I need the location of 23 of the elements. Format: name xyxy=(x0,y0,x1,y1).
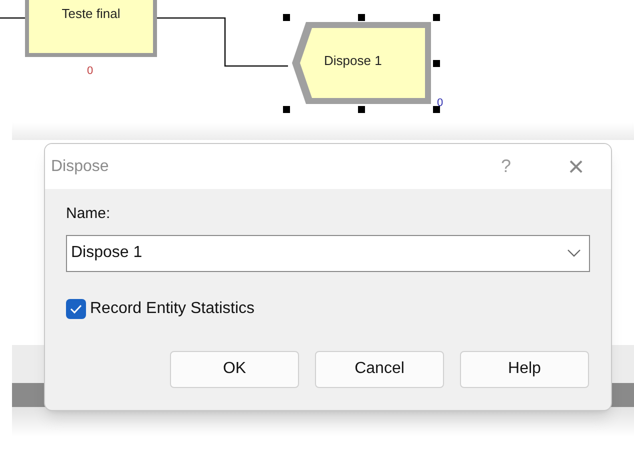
selection-handle[interactable] xyxy=(433,106,440,113)
selection-handle[interactable] xyxy=(283,14,290,21)
process-module[interactable]: Teste final xyxy=(25,0,157,57)
selection-handle[interactable] xyxy=(358,106,365,113)
checkmark-icon xyxy=(70,304,82,314)
selection-handle[interactable] xyxy=(283,106,290,113)
window-title: Dispose xyxy=(51,156,110,176)
selection-handle[interactable] xyxy=(433,14,440,21)
checkbox[interactable] xyxy=(66,298,86,318)
dialog-button[interactable]: Help xyxy=(460,350,589,388)
field-label: Name: xyxy=(66,204,112,224)
checkbox-label: Record Entity Statistics xyxy=(90,298,254,318)
module-label: Dispose 1 xyxy=(324,52,382,70)
dialog-button[interactable]: Cancel xyxy=(315,350,444,388)
module-count: 0 xyxy=(87,64,94,79)
close-button[interactable]: × xyxy=(561,152,591,180)
dialog-button[interactable]: OK xyxy=(170,350,299,388)
chevron-down-icon xyxy=(567,248,581,258)
selection-handle[interactable] xyxy=(358,14,365,21)
module-count: 0 xyxy=(437,96,444,111)
module-label: Teste final xyxy=(62,5,120,23)
selection-handle[interactable] xyxy=(433,60,440,67)
name-combobox[interactable]: Dispose 1 xyxy=(66,234,590,272)
